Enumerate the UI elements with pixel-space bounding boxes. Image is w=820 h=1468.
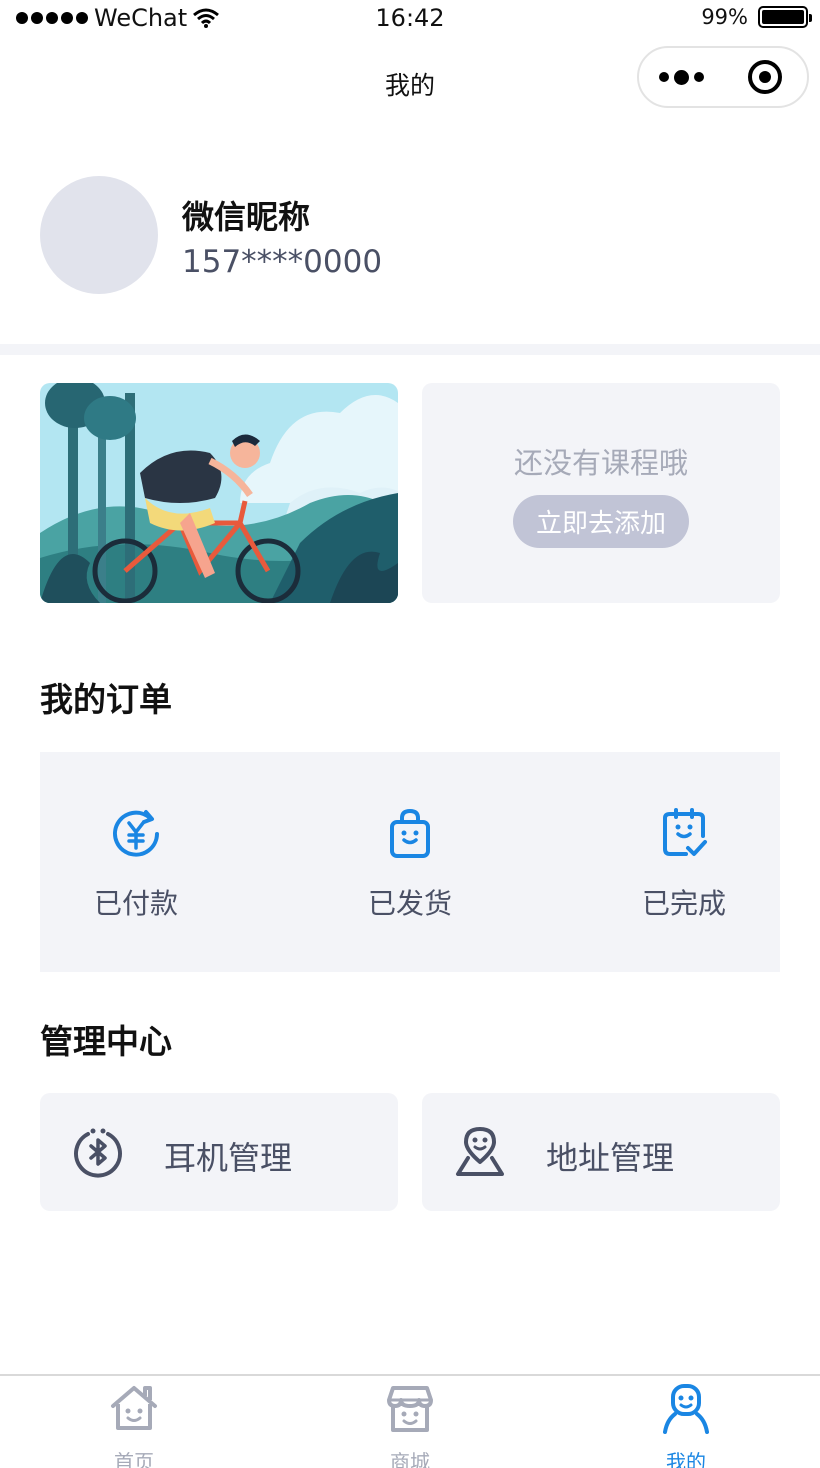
order-paid[interactable]: 已付款 [56, 752, 216, 972]
address-management-card[interactable]: 地址管理 [422, 1093, 780, 1211]
nickname: 微信昵称 [182, 198, 311, 236]
close-target-button[interactable] [723, 60, 807, 94]
avatar[interactable] [40, 176, 158, 294]
tab-store-label: 商城 [390, 1450, 430, 1468]
tab-profile-label: 我的 [666, 1450, 706, 1468]
order-completed-label: 已完成 [641, 887, 726, 920]
order-completed[interactable]: 已完成 [604, 752, 764, 972]
battery-percent: 99% [701, 5, 748, 29]
mini-program-capsule [637, 46, 809, 108]
clipboard-check-icon [663, 808, 707, 856]
more-menu-icon[interactable] [639, 69, 723, 85]
order-paid-label: 已付款 [93, 887, 178, 920]
shopping-bag-icon [390, 808, 430, 858]
course-card [422, 383, 780, 603]
course-empty-text: 还没有课程哦 [513, 446, 688, 480]
phone-number: 157****0000 [182, 244, 383, 280]
add-course-button[interactable]: 立即去添加 [513, 495, 689, 548]
person-icon [663, 1384, 709, 1434]
battery-info: 99% [701, 5, 812, 29]
battery-fill [762, 10, 804, 24]
status-bar: WeChat 16:42 99% [0, 0, 820, 40]
battery-icon [758, 6, 812, 28]
tab-bar: 首页 商城 我的 [0, 1374, 820, 1468]
tab-home[interactable]: 首页 [64, 1376, 204, 1468]
management-section-title: 管理中心 [40, 1022, 172, 1061]
section-divider [0, 344, 820, 355]
order-shipped-label: 已发货 [367, 887, 452, 920]
target-icon [748, 60, 782, 94]
order-shipped[interactable]: 已发货 [330, 752, 490, 972]
tab-home-label: 首页 [114, 1450, 154, 1468]
tab-store[interactable]: 商城 [340, 1376, 480, 1468]
cyclist-banner-image[interactable] [40, 383, 398, 603]
store-icon [387, 1386, 433, 1432]
earphone-management-card[interactable]: 耳机管理 [40, 1093, 398, 1211]
home-icon [111, 1386, 157, 1430]
bluetooth-icon [74, 1128, 122, 1178]
orders-panel: 已付款 已发货 已完成 [40, 752, 780, 972]
location-pin-icon [456, 1127, 504, 1176]
orders-section-title: 我的订单 [40, 680, 172, 719]
earphone-management-label: 耳机管理 [164, 1139, 293, 1177]
status-time: 16:42 [375, 4, 445, 32]
tab-profile[interactable]: 我的 [616, 1376, 756, 1468]
address-management-label: 地址管理 [546, 1139, 675, 1177]
yuan-refresh-icon [113, 810, 159, 857]
